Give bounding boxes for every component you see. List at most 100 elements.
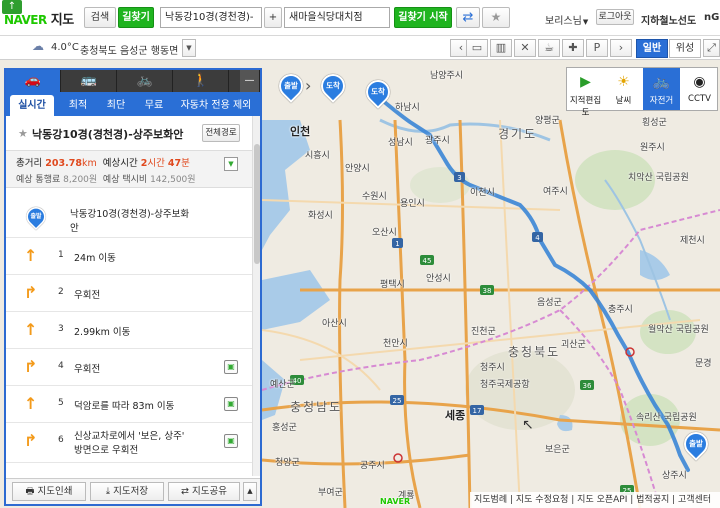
toll-value: 8,200원 [63, 175, 98, 185]
full-route-button[interactable]: 전체경로 [202, 124, 240, 142]
map-label-asan: 아산시 [322, 319, 347, 329]
add-waypoint-button[interactable]: + [264, 7, 282, 28]
tab-optimal[interactable]: 최적 [60, 95, 96, 116]
bus-mode-tab[interactable]: 🚌 [62, 70, 117, 92]
route-start-button[interactable]: 길찾기 시작 [394, 7, 452, 28]
route-arrow-icon: › [305, 76, 312, 95]
map-mode-satellite[interactable]: 위성 [669, 39, 701, 58]
swap-icon[interactable]: ⇄ [456, 7, 480, 28]
steps-scrollbar[interactable] [252, 116, 260, 476]
route-step[interactable]: ↑ 1 24m 이동 [6, 238, 252, 275]
step-number: 6 [58, 435, 64, 445]
cafe-icon[interactable]: ☕ [538, 39, 560, 57]
svg-text:4: 4 [535, 234, 540, 242]
save-map-button[interactable]: ⤓ 지도저장 [90, 482, 164, 501]
route-steps: ↑ 1 24m 이동 ↱ 2 우회전 ↑ 3 2.99km 이동 ↱ 4 우회전… [6, 238, 252, 476]
map-label-buyeo: 부여군 [318, 488, 343, 498]
route-tab-button[interactable]: 길찾기 [118, 7, 154, 28]
bus-icon[interactable]: ▭ [466, 39, 488, 57]
route-step[interactable]: ↑ 5 덕암로를 따라 83m 이동 ▣ [6, 386, 252, 423]
minimize-button[interactable]: — [240, 70, 260, 92]
map-label-seongnam: 성남시 [388, 138, 413, 148]
map-label-namyangju: 남양주시 [430, 71, 464, 81]
destination-input[interactable]: 새마을식당대치점 [284, 7, 390, 28]
map-label-songnisan: 속리산 국립공원 [636, 413, 697, 423]
route-step[interactable]: ↱ 2 우회전 [6, 275, 252, 312]
logo-sub: 지도 [50, 13, 74, 28]
location-dropdown-icon[interactable]: ▼ [182, 39, 196, 57]
step-number: 5 [58, 398, 64, 408]
map-mode-general[interactable]: 일반 [636, 39, 668, 58]
step-description: 2.99km 이동 [74, 327, 131, 338]
tab-free[interactable]: 무료 [136, 95, 172, 116]
user-name[interactable]: 보리스님▼ [545, 12, 588, 27]
logout-button[interactable]: 로그아웃 [596, 9, 634, 25]
cctv-icon[interactable]: ▣ [224, 434, 238, 448]
route-step[interactable]: ↱ 6 신상교차로에서 '보은, 상주' 방면으로 우회전 ▣ [6, 423, 252, 463]
expand-icon[interactable]: ⤢ [703, 39, 720, 57]
map-label-goesan: 괴산군 [561, 340, 586, 350]
tab-exclude-car-only[interactable]: 자동차 전용 제외 [174, 95, 258, 116]
favorite-star-icon[interactable]: ★ [482, 7, 510, 28]
start-name-line2: 안 [70, 223, 79, 234]
tab-realtime[interactable]: 실시간 [10, 95, 54, 116]
step-description: 24m 이동 [74, 253, 116, 264]
naver-map-app: ↑ NAVER 지도 검색 길찾기 낙동강10경(경천경)- + 새마을식당대치점… [0, 0, 720, 508]
route-from-pin[interactable]: 출발 [274, 69, 308, 104]
parking-icon[interactable]: P [586, 39, 608, 57]
print-icon: 🖶 [25, 486, 35, 497]
subway-map-link[interactable]: 지하철노선도 [641, 12, 696, 27]
layer-cadastral[interactable]: ▶ 지적편집도 [567, 68, 604, 118]
print-map-button[interactable]: 🖶 지도인쇄 [12, 482, 86, 501]
layer-weather[interactable]: ☀ 날씨 [605, 68, 642, 110]
step-description-2: 방면으로 우회전 [74, 445, 139, 456]
bicycle-mode-tab[interactable]: 🚲 [118, 70, 173, 92]
search-tab-button[interactable]: 검색 [84, 7, 116, 28]
weather-bar: ☁ 4.0°C 충청북도 음성군 행동면 ▼ ‹ ▭ ▥ ✕ ☕ ✚ P › 일… [0, 36, 720, 60]
star-icon[interactable]: ★ [18, 127, 28, 140]
cctv-icon[interactable]: ▣ [224, 397, 238, 411]
map-label-wonju: 원주시 [640, 143, 665, 153]
layer-cctv[interactable]: ◉ CCTV [681, 68, 718, 110]
chevron-down-icon[interactable]: ▼ [224, 157, 238, 171]
restaurant-icon[interactable]: ✕ [514, 39, 536, 57]
origin-input[interactable]: 낙동강10경(경천경)- [160, 7, 262, 28]
print-label: 지도인쇄 [37, 486, 73, 497]
step-description: 신상교차로에서 '보은, 상주' [74, 431, 185, 442]
straight-arrow-icon: ↑ [24, 394, 38, 413]
share-map-button[interactable]: ⇄ 지도공유 [168, 482, 240, 501]
panel-footer: 🖶 지도인쇄 ⤓ 지도저장 ⇄ 지도공유 ▲ [6, 478, 260, 504]
svg-text:36: 36 [583, 382, 592, 390]
map-label-cheongju: 청주시 [480, 363, 505, 373]
walk-mode-tab[interactable]: 🚶 [174, 70, 229, 92]
right-turn-icon: ↱ [24, 283, 38, 302]
cut-link[interactable]: nGlo [704, 12, 720, 23]
car-mode-tab[interactable]: 🚗 [6, 70, 61, 92]
step-description: 우회전 [74, 364, 101, 375]
map-label-mungyeong: 문경 [695, 359, 712, 369]
svg-text:38: 38 [483, 287, 492, 295]
route-step[interactable]: ↑ 3 2.99km 이동 [6, 312, 252, 349]
route-step[interactable]: ↱ 4 우회전 ▣ [6, 349, 252, 386]
map-label-yongin: 용인시 [400, 199, 425, 209]
save-label: 지도저장 [113, 486, 149, 497]
map-label-gyeonggi: 경기도 [498, 127, 538, 141]
cctv-icon[interactable]: ▣ [224, 360, 238, 374]
route-to-pin[interactable]: 도착 [316, 69, 350, 104]
logo-text: NAVER [4, 13, 47, 27]
layer-bicycle[interactable]: 🚲 자전거 [643, 68, 680, 110]
map-footer-links[interactable]: 지도범례 | 지도 수정요청 | 지도 오픈API | 법적공지 | 고객센터 [470, 492, 720, 508]
footer-up-button[interactable]: ▲ [243, 482, 257, 501]
arrive-marker[interactable]: 도착 [361, 75, 395, 110]
scroll-thumb[interactable] [254, 144, 260, 264]
bus-stop-icon[interactable]: ▥ [490, 39, 512, 57]
depart-marker[interactable]: 출발 [679, 427, 713, 462]
naver-logo[interactable]: NAVER 지도 [4, 9, 74, 28]
chevron-right-icon[interactable]: › [610, 39, 632, 57]
route-title: 낙동강10경(경천경)-상주보화안 [32, 128, 184, 141]
hospital-icon[interactable]: ✚ [562, 39, 584, 57]
current-location: 충청북도 음성군 행동면 [80, 46, 179, 57]
map-label-eumseong: 음성군 [537, 298, 562, 308]
tab-shortest[interactable]: 최단 [98, 95, 134, 116]
taxi-value: 142,500원 [150, 175, 196, 185]
